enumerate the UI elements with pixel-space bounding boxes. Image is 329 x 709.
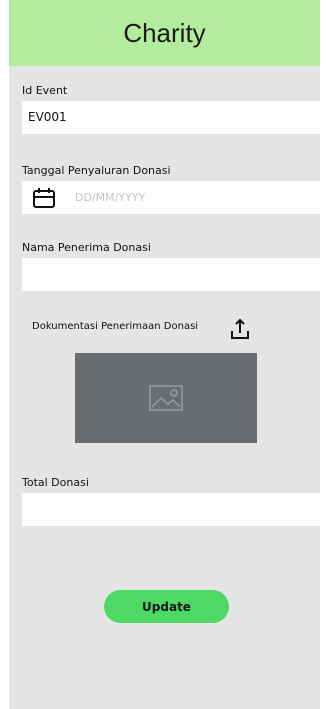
calendar-icon[interactable]: [32, 187, 56, 209]
image-placeholder-icon: [149, 385, 183, 411]
id-event-label: Id Event: [22, 84, 68, 97]
dokumentasi-label: Dokumentasi Penerimaan Donasi: [32, 321, 199, 332]
nama-penerima-field[interactable]: [22, 258, 322, 291]
total-donasi-field[interactable]: [22, 493, 322, 526]
tanggal-placeholder: DD/MM/YYYY: [75, 191, 146, 204]
id-event-field[interactable]: EV001: [22, 101, 322, 134]
nama-penerima-label: Nama Penerima Donasi: [22, 241, 151, 254]
id-event-value: EV001: [28, 110, 67, 124]
documentation-image-placeholder[interactable]: [75, 353, 257, 443]
app-title: Charity: [123, 17, 206, 48]
app-header: Charity: [9, 0, 320, 66]
total-donasi-label: Total Donasi: [22, 476, 89, 489]
update-button[interactable]: Update: [104, 590, 229, 623]
upload-icon[interactable]: [230, 318, 250, 340]
tanggal-label: Tanggal Penyaluran Donasi: [22, 164, 171, 177]
tanggal-field[interactable]: DD/MM/YYYY: [22, 181, 322, 214]
